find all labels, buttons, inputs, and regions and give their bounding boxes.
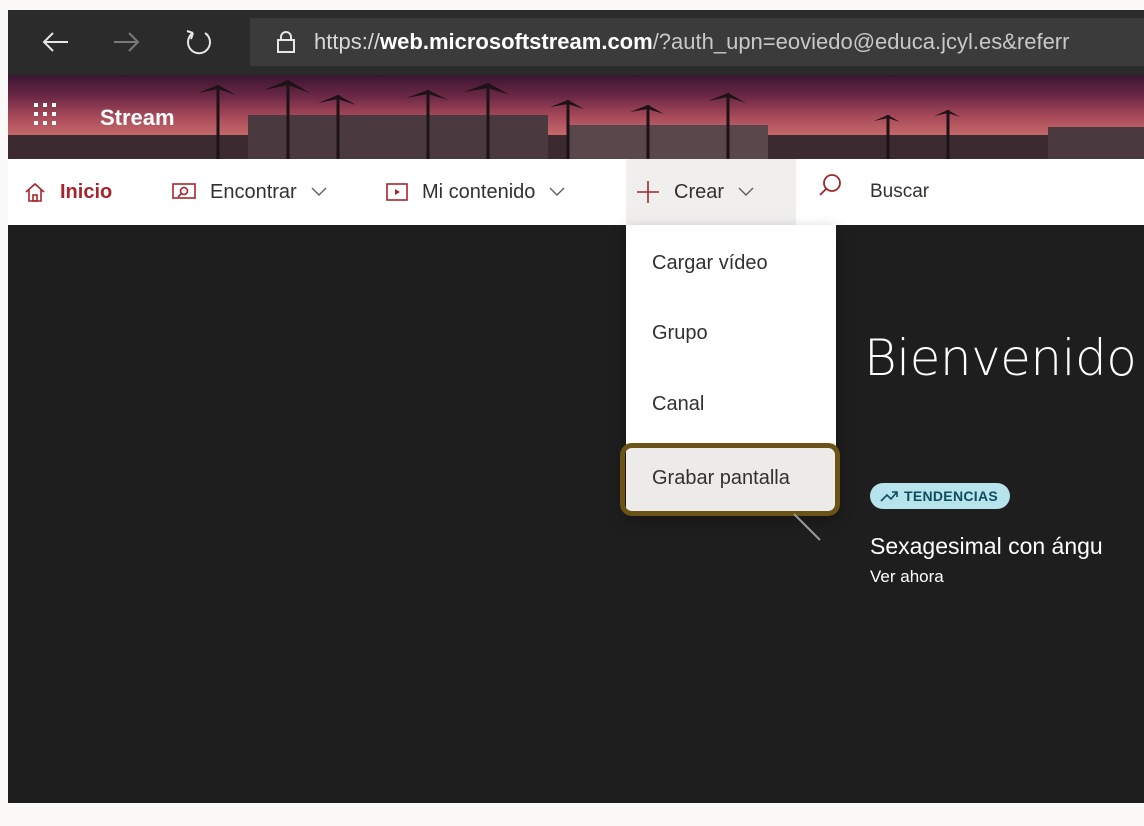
video-icon bbox=[386, 183, 408, 201]
trending-label: TENDENCIAS bbox=[904, 488, 999, 504]
hero-section: Bienvenido TENDENCIAS Sexagesimal con án… bbox=[8, 225, 1144, 803]
annotation-pointer bbox=[793, 513, 821, 541]
back-button[interactable] bbox=[32, 19, 78, 65]
address-bar[interactable]: https://web.microsoftstream.com/?auth_up… bbox=[250, 18, 1144, 66]
chevron-down-icon bbox=[311, 187, 327, 197]
lock-icon bbox=[277, 31, 295, 53]
plus-icon bbox=[636, 180, 660, 204]
nav-home[interactable]: Inicio bbox=[24, 159, 112, 225]
home-icon bbox=[24, 181, 46, 203]
trending-icon bbox=[880, 491, 898, 502]
top-navigation: Inicio Encontrar Mi contenido Crear Busc… bbox=[8, 159, 1144, 226]
palm-skyline-image bbox=[8, 80, 1144, 159]
back-arrow-icon bbox=[42, 32, 68, 52]
welcome-heading: Bienvenido bbox=[864, 329, 1137, 387]
search-input[interactable]: Buscar bbox=[870, 181, 929, 203]
nav-create-label: Crear bbox=[674, 180, 725, 203]
nav-home-label: Inicio bbox=[60, 180, 113, 203]
menu-item-channel[interactable]: Canal bbox=[626, 369, 836, 439]
menu-item-upload-video[interactable]: Cargar vídeo bbox=[626, 228, 836, 298]
browser-toolbar: https://web.microsoftstream.com/?auth_up… bbox=[8, 10, 1144, 75]
nav-search[interactable]: Buscar bbox=[818, 159, 929, 225]
url-protocol: https:// bbox=[314, 29, 381, 54]
refresh-icon bbox=[186, 30, 211, 55]
search-icon bbox=[818, 173, 842, 197]
app-brand-name[interactable]: Stream bbox=[100, 105, 175, 131]
nav-create[interactable]: Crear bbox=[626, 159, 796, 225]
chevron-down-icon bbox=[549, 187, 565, 197]
nav-discover[interactable]: Encontrar bbox=[172, 159, 327, 225]
forward-arrow-icon bbox=[114, 32, 140, 52]
app-launcher-icon[interactable] bbox=[32, 101, 58, 127]
nav-my-content-label: Mi contenido bbox=[422, 180, 536, 203]
discover-icon bbox=[172, 181, 196, 203]
url-host: web.microsoftstream.com bbox=[380, 29, 653, 54]
forward-button[interactable] bbox=[104, 19, 150, 65]
stream-header-banner: Stream bbox=[8, 75, 1144, 159]
nav-discover-label: Encontrar bbox=[210, 180, 297, 203]
url-path: /?auth_upn=eoviedo@educa.jcyl.es&referr bbox=[652, 29, 1070, 54]
menu-item-group[interactable]: Grupo bbox=[626, 298, 836, 368]
highlight-outline bbox=[620, 443, 840, 516]
watch-now-link[interactable]: Ver ahora bbox=[870, 567, 944, 587]
refresh-button[interactable] bbox=[176, 19, 222, 65]
chevron-down-icon bbox=[738, 187, 754, 197]
page-footer bbox=[0, 803, 1144, 826]
nav-my-content[interactable]: Mi contenido bbox=[386, 159, 565, 225]
featured-video-title[interactable]: Sexagesimal con ángu bbox=[870, 533, 1103, 560]
page-margin bbox=[0, 0, 8, 826]
trending-badge: TENDENCIAS bbox=[870, 483, 1011, 509]
